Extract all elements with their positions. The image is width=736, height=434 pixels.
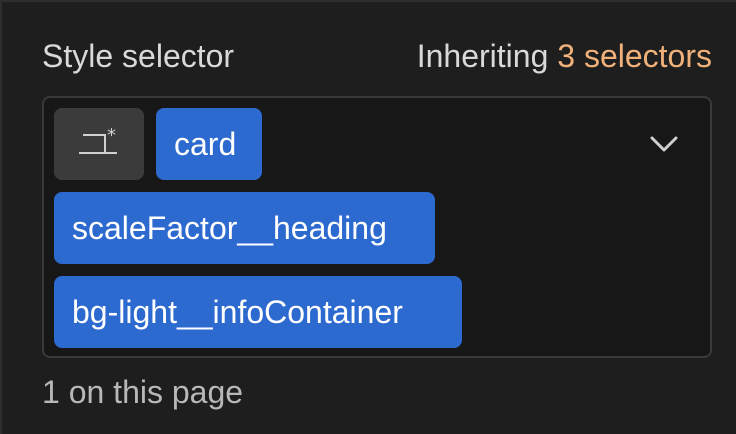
tag-selector-icon: *: [79, 127, 117, 154]
selector-chip-info-container[interactable]: bg-light__infoContainer: [54, 276, 462, 348]
chevron-down-icon: [650, 136, 678, 152]
dropdown-toggle[interactable]: [648, 128, 680, 160]
panel-title: Style selector: [42, 37, 235, 74]
style-selector-panel: Style selector Inheriting 3 selectors * …: [0, 0, 736, 434]
usage-count: 1 on this page: [42, 373, 244, 410]
inheriting-label: Inheriting: [416, 37, 549, 74]
selector-field[interactable]: * card scaleFactor__heading bg-light__in…: [42, 96, 712, 358]
svg-text:*: *: [107, 127, 116, 146]
selector-chip-card[interactable]: card: [156, 108, 262, 180]
inheriting-count-link[interactable]: 3 selectors: [557, 38, 712, 74]
tag-selector-button[interactable]: *: [54, 108, 144, 180]
style-selector-header: Style selector Inheriting 3 selectors: [42, 34, 712, 78]
selector-chip-heading[interactable]: scaleFactor__heading: [54, 192, 435, 264]
inheriting-info[interactable]: Inheriting 3 selectors: [417, 38, 712, 75]
